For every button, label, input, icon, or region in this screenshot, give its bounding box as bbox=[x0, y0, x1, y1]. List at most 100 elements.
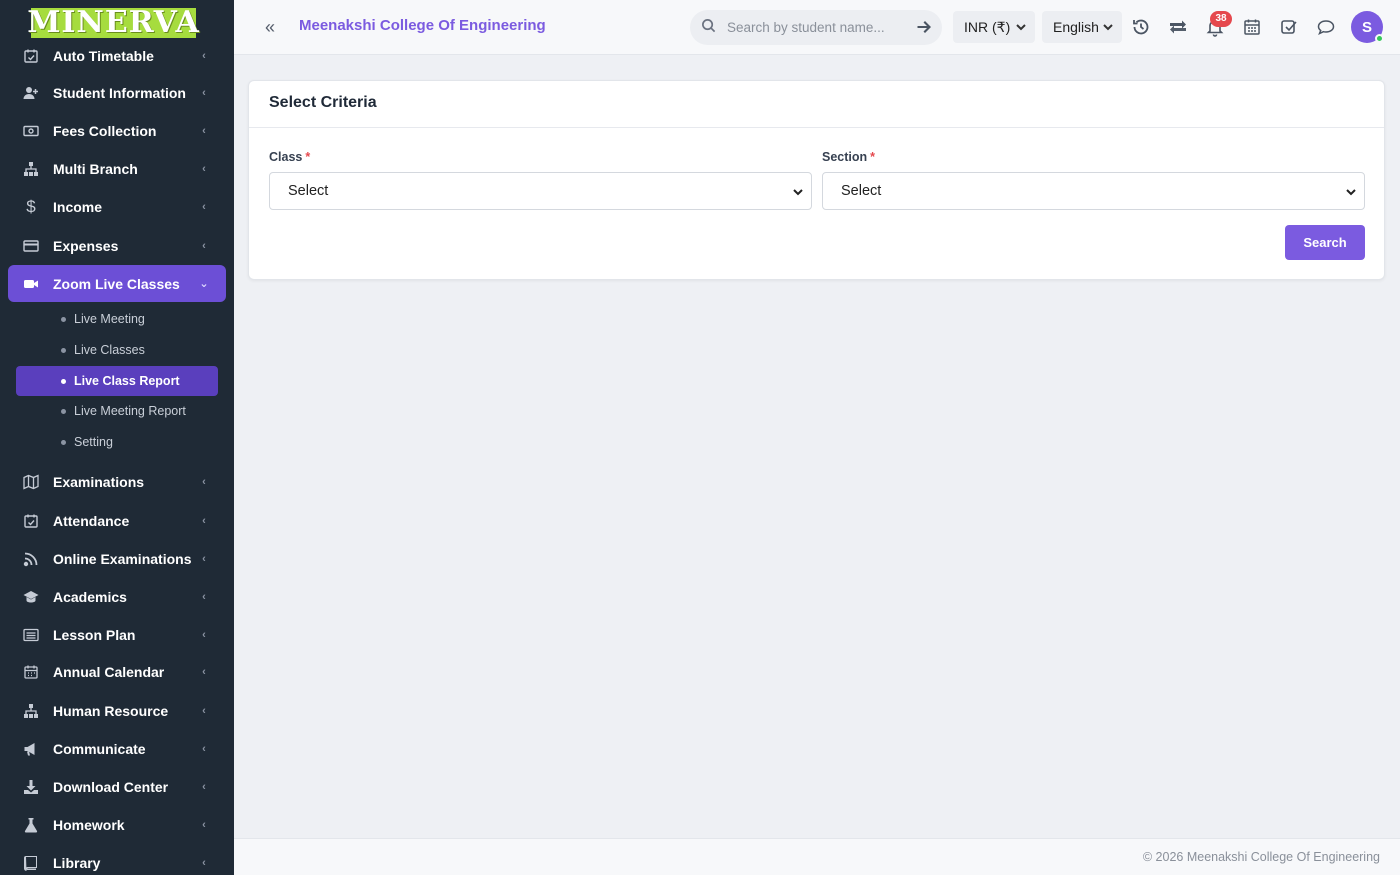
sidebar-item-academics[interactable]: Academics ‹ bbox=[8, 579, 226, 615]
bullet-dot bbox=[61, 378, 66, 384]
chevron-left-icon: ‹ bbox=[202, 743, 206, 755]
logo[interactable]: MINERVA bbox=[27, 8, 199, 38]
section-label: Section * bbox=[822, 150, 875, 164]
required-asterisk: * bbox=[305, 150, 311, 164]
chevron-down-icon bbox=[792, 186, 804, 198]
collapse-sidebar-icon[interactable]: « bbox=[260, 17, 280, 37]
sidebar-item-label: Human Resource bbox=[53, 703, 169, 719]
task-check-icon[interactable] bbox=[1279, 17, 1299, 37]
top-header: « Meenakshi College Of Engineering INR (… bbox=[234, 0, 1400, 55]
sidebar-item-examinations[interactable]: Examinations ‹ bbox=[8, 464, 226, 500]
calendar-icon[interactable] bbox=[1242, 17, 1262, 37]
section-label-text: Section bbox=[822, 150, 868, 164]
currency-select[interactable]: INR (₹) bbox=[953, 11, 1035, 43]
list-icon bbox=[23, 627, 39, 643]
class-select[interactable]: Select bbox=[269, 172, 812, 210]
sidebar-item-multi-branch[interactable]: Multi Branch ‹ bbox=[8, 151, 226, 187]
arrow-right-icon[interactable] bbox=[916, 19, 932, 35]
sidebar-item-student-information[interactable]: Student Information ‹ bbox=[8, 75, 226, 111]
divider bbox=[249, 127, 1384, 128]
chevron-left-icon: ‹ bbox=[202, 476, 206, 488]
sidebar-item-label: Lesson Plan bbox=[53, 627, 136, 643]
chevron-left-icon: ‹ bbox=[202, 857, 206, 869]
switch-icon[interactable] bbox=[1168, 17, 1188, 37]
online-status-dot bbox=[1375, 34, 1384, 43]
language-value: English bbox=[1053, 19, 1099, 35]
chat-icon[interactable] bbox=[1316, 17, 1336, 37]
section-select-value: Select bbox=[841, 183, 882, 199]
sitemap-icon bbox=[23, 703, 39, 719]
sidebar-item-label: Income bbox=[53, 199, 103, 215]
sidebar-item-fees-collection[interactable]: Fees Collection ‹ bbox=[8, 113, 226, 149]
chevron-down-icon: ⌄ bbox=[199, 278, 209, 290]
sidebar-subitem-label: Live Classes bbox=[74, 343, 145, 357]
notification-badge: 38 bbox=[1210, 11, 1232, 27]
search-input[interactable] bbox=[727, 20, 907, 35]
search-button[interactable]: Search bbox=[1285, 225, 1365, 260]
user-plus-icon bbox=[23, 85, 39, 101]
book-icon bbox=[23, 855, 39, 871]
sidebar-item-label: Download Center bbox=[53, 779, 169, 795]
chevron-left-icon: ‹ bbox=[202, 666, 206, 678]
sidebar-subitem-label: Setting bbox=[74, 435, 113, 449]
sidebar-item-label: Library bbox=[53, 855, 101, 871]
page-title[interactable]: Meenakshi College Of Engineering bbox=[299, 17, 546, 34]
history-icon[interactable] bbox=[1131, 17, 1151, 37]
sidebar-item-zoom-live-classes[interactable]: Zoom Live Classes ⌄ bbox=[8, 265, 226, 302]
search-icon bbox=[701, 18, 717, 38]
sidebar-item-expenses[interactable]: Expenses ‹ bbox=[8, 228, 226, 264]
chevron-left-icon: ‹ bbox=[202, 705, 206, 717]
money-icon bbox=[23, 123, 39, 139]
sidebar-subitem-live-classes[interactable]: Live Classes bbox=[16, 335, 218, 365]
calendar-check-icon bbox=[23, 513, 39, 529]
copyright-text: © 2026 Meenakshi College Of Engineering bbox=[1142, 850, 1380, 864]
chevron-left-icon: ‹ bbox=[202, 591, 206, 603]
bullet-dot bbox=[61, 316, 66, 322]
chevron-left-icon: ‹ bbox=[202, 50, 206, 62]
sidebar-subitem-live-class-report[interactable]: Live Class Report bbox=[16, 366, 218, 396]
class-label-text: Class bbox=[269, 150, 303, 164]
sidebar: Auto Timetable ‹ Student Information ‹ F… bbox=[0, 0, 234, 875]
video-icon bbox=[23, 276, 39, 292]
sidebar-item-label: Homework bbox=[53, 817, 125, 833]
chevron-left-icon: ‹ bbox=[202, 125, 206, 137]
sitemap-icon bbox=[23, 161, 39, 177]
student-search bbox=[690, 10, 942, 45]
sidebar-item-label: Multi Branch bbox=[53, 161, 138, 177]
flask-icon bbox=[23, 817, 39, 833]
sidebar-item-online-examinations[interactable]: Online Examinations ‹ bbox=[8, 541, 226, 577]
section-select[interactable]: Select bbox=[822, 172, 1365, 210]
bullet-dot bbox=[61, 439, 66, 445]
sidebar-item-label: Online Examinations bbox=[53, 551, 192, 567]
chevron-down-icon bbox=[1102, 20, 1114, 32]
sidebar-item-annual-calendar[interactable]: Annual Calendar ‹ bbox=[8, 654, 226, 690]
map-icon bbox=[23, 474, 39, 490]
language-select[interactable]: English bbox=[1042, 11, 1122, 43]
chevron-left-icon: ‹ bbox=[202, 201, 206, 213]
sidebar-item-communicate[interactable]: Communicate ‹ bbox=[8, 731, 226, 767]
sidebar-item-label: Communicate bbox=[53, 741, 146, 757]
sidebar-item-library[interactable]: Library ‹ bbox=[8, 845, 226, 875]
chevron-left-icon: ‹ bbox=[202, 553, 206, 565]
calendar-check-icon bbox=[23, 48, 39, 64]
sidebar-subitem-live-meeting[interactable]: Live Meeting bbox=[16, 304, 218, 334]
sidebar-subitem-setting[interactable]: Setting bbox=[16, 427, 218, 457]
sidebar-item-label: Fees Collection bbox=[53, 123, 157, 139]
sidebar-item-label: Attendance bbox=[53, 513, 130, 529]
sidebar-item-attendance[interactable]: Attendance ‹ bbox=[8, 503, 226, 539]
sidebar-item-label: Examinations bbox=[53, 474, 145, 490]
bullet-dot bbox=[61, 347, 66, 353]
sidebar-subitem-live-meeting-report[interactable]: Live Meeting Report bbox=[16, 396, 218, 426]
chevron-left-icon: ‹ bbox=[202, 819, 206, 831]
sidebar-item-label: Zoom Live Classes bbox=[53, 275, 180, 292]
chevron-left-icon: ‹ bbox=[202, 87, 206, 99]
sidebar-item-homework[interactable]: Homework ‹ bbox=[8, 807, 226, 843]
sidebar-item-income[interactable]: $ Income ‹ bbox=[8, 189, 226, 225]
sidebar-item-lesson-plan[interactable]: Lesson Plan ‹ bbox=[8, 617, 226, 653]
graduation-cap-icon bbox=[23, 589, 39, 605]
credit-card-icon bbox=[23, 238, 39, 254]
sidebar-item-download-center[interactable]: Download Center ‹ bbox=[8, 769, 226, 805]
bullhorn-icon bbox=[23, 741, 39, 757]
sidebar-item-human-resource[interactable]: Human Resource ‹ bbox=[8, 693, 226, 729]
required-asterisk: * bbox=[870, 150, 876, 164]
